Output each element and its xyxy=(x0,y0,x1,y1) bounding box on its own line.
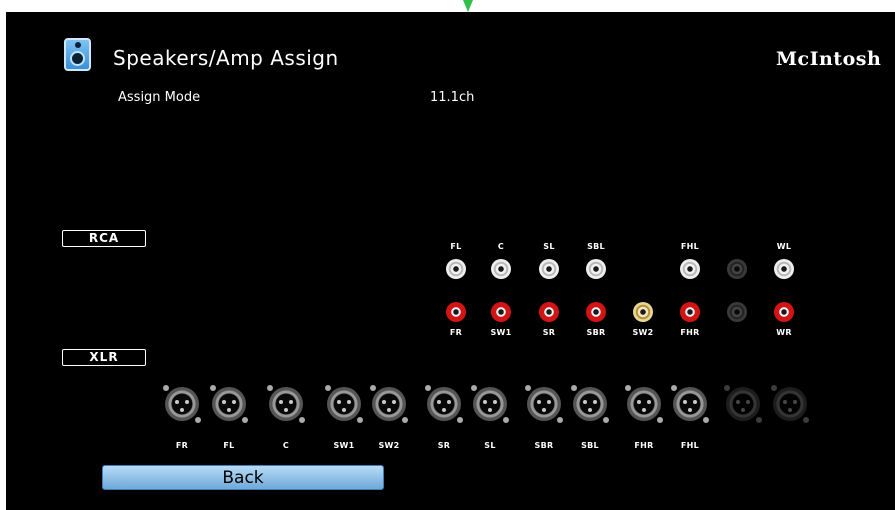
rca-jack-unused-top xyxy=(727,259,747,279)
xlr-label-sl: SL xyxy=(484,441,496,450)
xlr-connector-unused-2 xyxy=(770,384,810,424)
xlr-label-sbl: SBL xyxy=(581,441,599,450)
rca-jack-unused-bottom xyxy=(727,302,747,322)
rca-label-sw1: SW1 xyxy=(490,328,512,337)
xlr-connector-sw1 xyxy=(324,384,364,424)
rca-jack-wl xyxy=(774,259,794,279)
rca-jack-fhr xyxy=(680,302,700,322)
rca-jack-fl xyxy=(446,259,466,279)
assign-mode-label: Assign Mode xyxy=(118,90,201,105)
amp-assign-screen: Speakers/Amp Assign McIntosh Assign Mode… xyxy=(6,12,895,510)
rca-jack-fr xyxy=(446,302,466,322)
page-title: Speakers/Amp Assign xyxy=(113,46,339,70)
rca-jack-wr xyxy=(774,302,794,322)
xlr-label-fhl: FHL xyxy=(680,441,700,450)
xlr-connector-fr xyxy=(162,384,202,424)
xlr-connector-sl xyxy=(470,384,510,424)
rca-label-fr: FR xyxy=(449,328,463,337)
xlr-label-fl: FL xyxy=(223,441,235,450)
assign-mode-value[interactable]: 11.1ch xyxy=(430,90,474,105)
xlr-connector-sw2 xyxy=(369,384,409,424)
rca-label-wl: WL xyxy=(776,242,792,251)
xlr-connector-sr xyxy=(424,384,464,424)
xlr-connector-c xyxy=(266,384,306,424)
xlr-label-sw2: SW2 xyxy=(378,441,400,450)
xlr-connector-fl xyxy=(209,384,249,424)
xlr-section-tag: XLR xyxy=(62,349,146,366)
speaker-icon xyxy=(64,38,91,71)
rca-jack-sr xyxy=(539,302,559,322)
rca-label-fl: FL xyxy=(450,242,462,251)
rca-label-sl: SL xyxy=(543,242,555,251)
xlr-label-sbr: SBR xyxy=(534,441,554,450)
rca-label-fhr: FHR xyxy=(680,328,700,337)
rca-label-sbl: SBL xyxy=(587,242,605,251)
rca-jack-sl xyxy=(539,259,559,279)
xlr-connector-unused-1 xyxy=(723,384,763,424)
rca-label-wr: WR xyxy=(776,328,792,337)
rca-section-tag: RCA xyxy=(62,230,146,247)
rca-jack-fhl xyxy=(680,259,700,279)
xlr-label-sw1: SW1 xyxy=(333,441,355,450)
xlr-label-sr: SR xyxy=(437,441,451,450)
rca-label-sw2: SW2 xyxy=(632,328,654,337)
xlr-connector-fhl xyxy=(670,384,710,424)
rca-jack-sbr xyxy=(586,302,606,322)
xlr-connector-sbl xyxy=(570,384,610,424)
xlr-label-fr: FR xyxy=(175,441,189,450)
xlr-label-c: C xyxy=(282,441,290,450)
rca-jack-sbl xyxy=(586,259,606,279)
back-button[interactable]: Back xyxy=(102,465,384,490)
rca-label-fhl: FHL xyxy=(680,242,700,251)
xlr-label-fhr: FHR xyxy=(634,441,654,450)
rca-label-c: C xyxy=(497,242,505,251)
rca-label-sr: SR xyxy=(542,328,556,337)
rca-label-sbr: SBR xyxy=(586,328,606,337)
rca-jack-c xyxy=(491,259,511,279)
xlr-connector-sbr xyxy=(524,384,564,424)
xlr-connector-fhr xyxy=(624,384,664,424)
rca-jack-sw2 xyxy=(633,302,653,322)
focus-marker-icon xyxy=(463,0,473,12)
brand-logo: McIntosh xyxy=(776,48,882,70)
rca-jack-sw1 xyxy=(491,302,511,322)
